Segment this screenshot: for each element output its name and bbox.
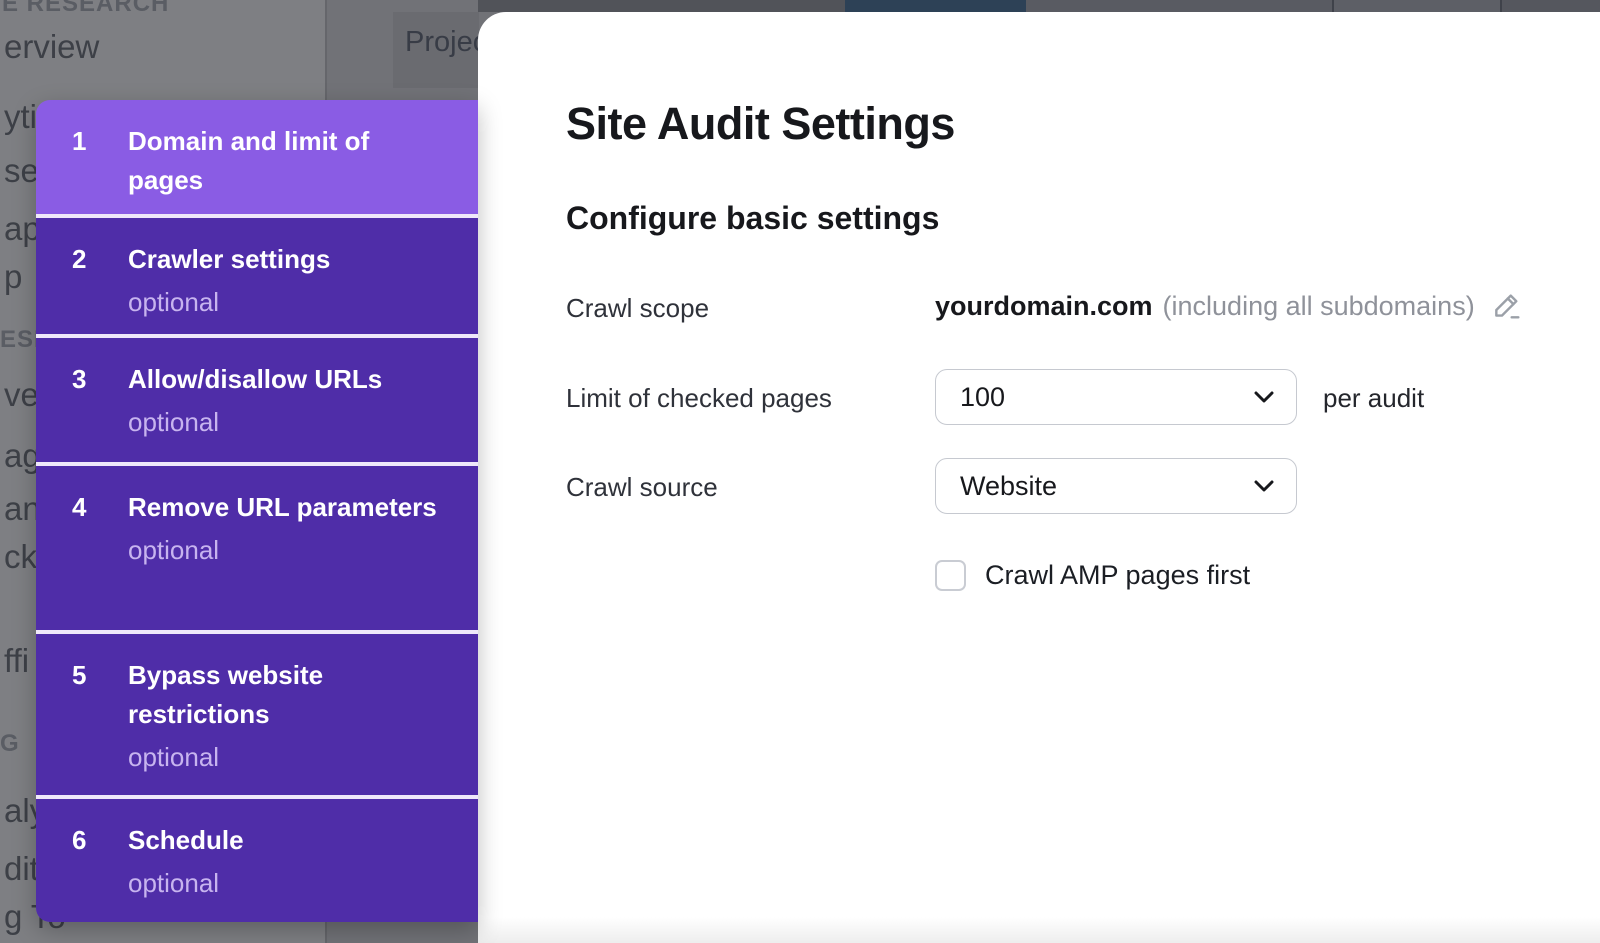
chevron-down-icon <box>1254 480 1274 492</box>
crawl-scope-label: Crawl scope <box>566 293 709 324</box>
crawl-source-select[interactable]: Website <box>935 458 1297 514</box>
topbar-segment <box>478 0 845 12</box>
chevron-down-icon <box>1254 391 1274 403</box>
topbar-active-tab-segment <box>845 0 1026 12</box>
step-optional-label: optional <box>128 403 382 442</box>
step-remove-url-parameters[interactable]: 4 Remove URL parameters optional <box>36 466 478 634</box>
step-title: Schedule <box>128 821 244 860</box>
backdrop-sidebar-item: ffi <box>4 642 29 680</box>
step-optional-label: optional <box>128 738 438 777</box>
backdrop-projects-label: Projec <box>405 26 479 59</box>
step-allow-disallow-urls[interactable]: 3 Allow/disallow URLs optional <box>36 338 478 466</box>
edit-pencil-icon[interactable] <box>1491 290 1523 322</box>
step-number: 4 <box>72 488 128 527</box>
step-number: 1 <box>72 122 128 161</box>
crawl-scope-domain: yourdomain.com <box>935 291 1153 322</box>
step-optional-label: optional <box>128 864 244 903</box>
topbar-segment <box>1334 0 1500 12</box>
limit-pages-select[interactable]: 100 <box>935 369 1297 425</box>
step-title: Bypass website restrictions <box>128 656 438 734</box>
crawl-scope-note: (including all subdomains) <box>1163 291 1475 322</box>
section-heading: Configure basic settings <box>566 200 939 237</box>
step-bypass-website-restrictions[interactable]: 5 Bypass website restrictions optional <box>36 634 478 799</box>
step-schedule[interactable]: 6 Schedule optional <box>36 799 478 922</box>
crawl-scope-value: yourdomain.com (including all subdomains… <box>935 290 1523 322</box>
limit-pages-selected-value: 100 <box>960 382 1005 413</box>
step-title: Remove URL parameters <box>128 488 437 527</box>
step-number: 3 <box>72 360 128 399</box>
backdrop-sidebar-item: erview <box>4 28 99 66</box>
backdrop-topbar <box>478 0 1600 12</box>
backdrop-sidebar-section-label: E RESEARCH <box>2 0 169 18</box>
step-optional-label: optional <box>128 531 437 570</box>
crawl-source-selected-value: Website <box>960 471 1057 502</box>
step-title: Allow/disallow URLs <box>128 360 382 399</box>
amp-checkbox[interactable] <box>935 560 966 591</box>
step-crawler-settings[interactable]: 2 Crawler settings optional <box>36 218 478 338</box>
step-optional-label: optional <box>128 283 330 322</box>
modal-bottom-fade <box>478 917 1600 943</box>
amp-checkbox-row: Crawl AMP pages first <box>935 560 1250 591</box>
backdrop-sidebar-item: p <box>4 258 22 296</box>
backdrop-sidebar-item: ck <box>4 538 37 576</box>
per-audit-suffix: per audit <box>1323 383 1424 414</box>
topbar-segment <box>1026 0 1332 12</box>
modal-title: Site Audit Settings <box>566 98 955 150</box>
amp-checkbox-label: Crawl AMP pages first <box>985 560 1250 591</box>
crawl-source-label: Crawl source <box>566 472 718 503</box>
step-number: 2 <box>72 240 128 279</box>
step-number: 6 <box>72 821 128 860</box>
wizard-steps-panel: 1 Domain and limit of pages 2 Crawler se… <box>36 100 478 922</box>
backdrop-projects-tab: Projec <box>393 12 479 88</box>
limit-pages-label: Limit of checked pages <box>566 383 832 414</box>
step-title: Crawler settings <box>128 240 330 279</box>
backdrop-sidebar-section-label: G <box>0 730 20 758</box>
backdrop-sidebar-item: dit <box>4 850 39 888</box>
topbar-segment <box>1502 0 1600 12</box>
step-title: Domain and limit of pages <box>128 122 438 200</box>
site-audit-settings-modal: Site Audit Settings Configure basic sett… <box>478 12 1600 943</box>
step-domain-and-limit[interactable]: 1 Domain and limit of pages <box>36 100 478 218</box>
step-number: 5 <box>72 656 128 695</box>
